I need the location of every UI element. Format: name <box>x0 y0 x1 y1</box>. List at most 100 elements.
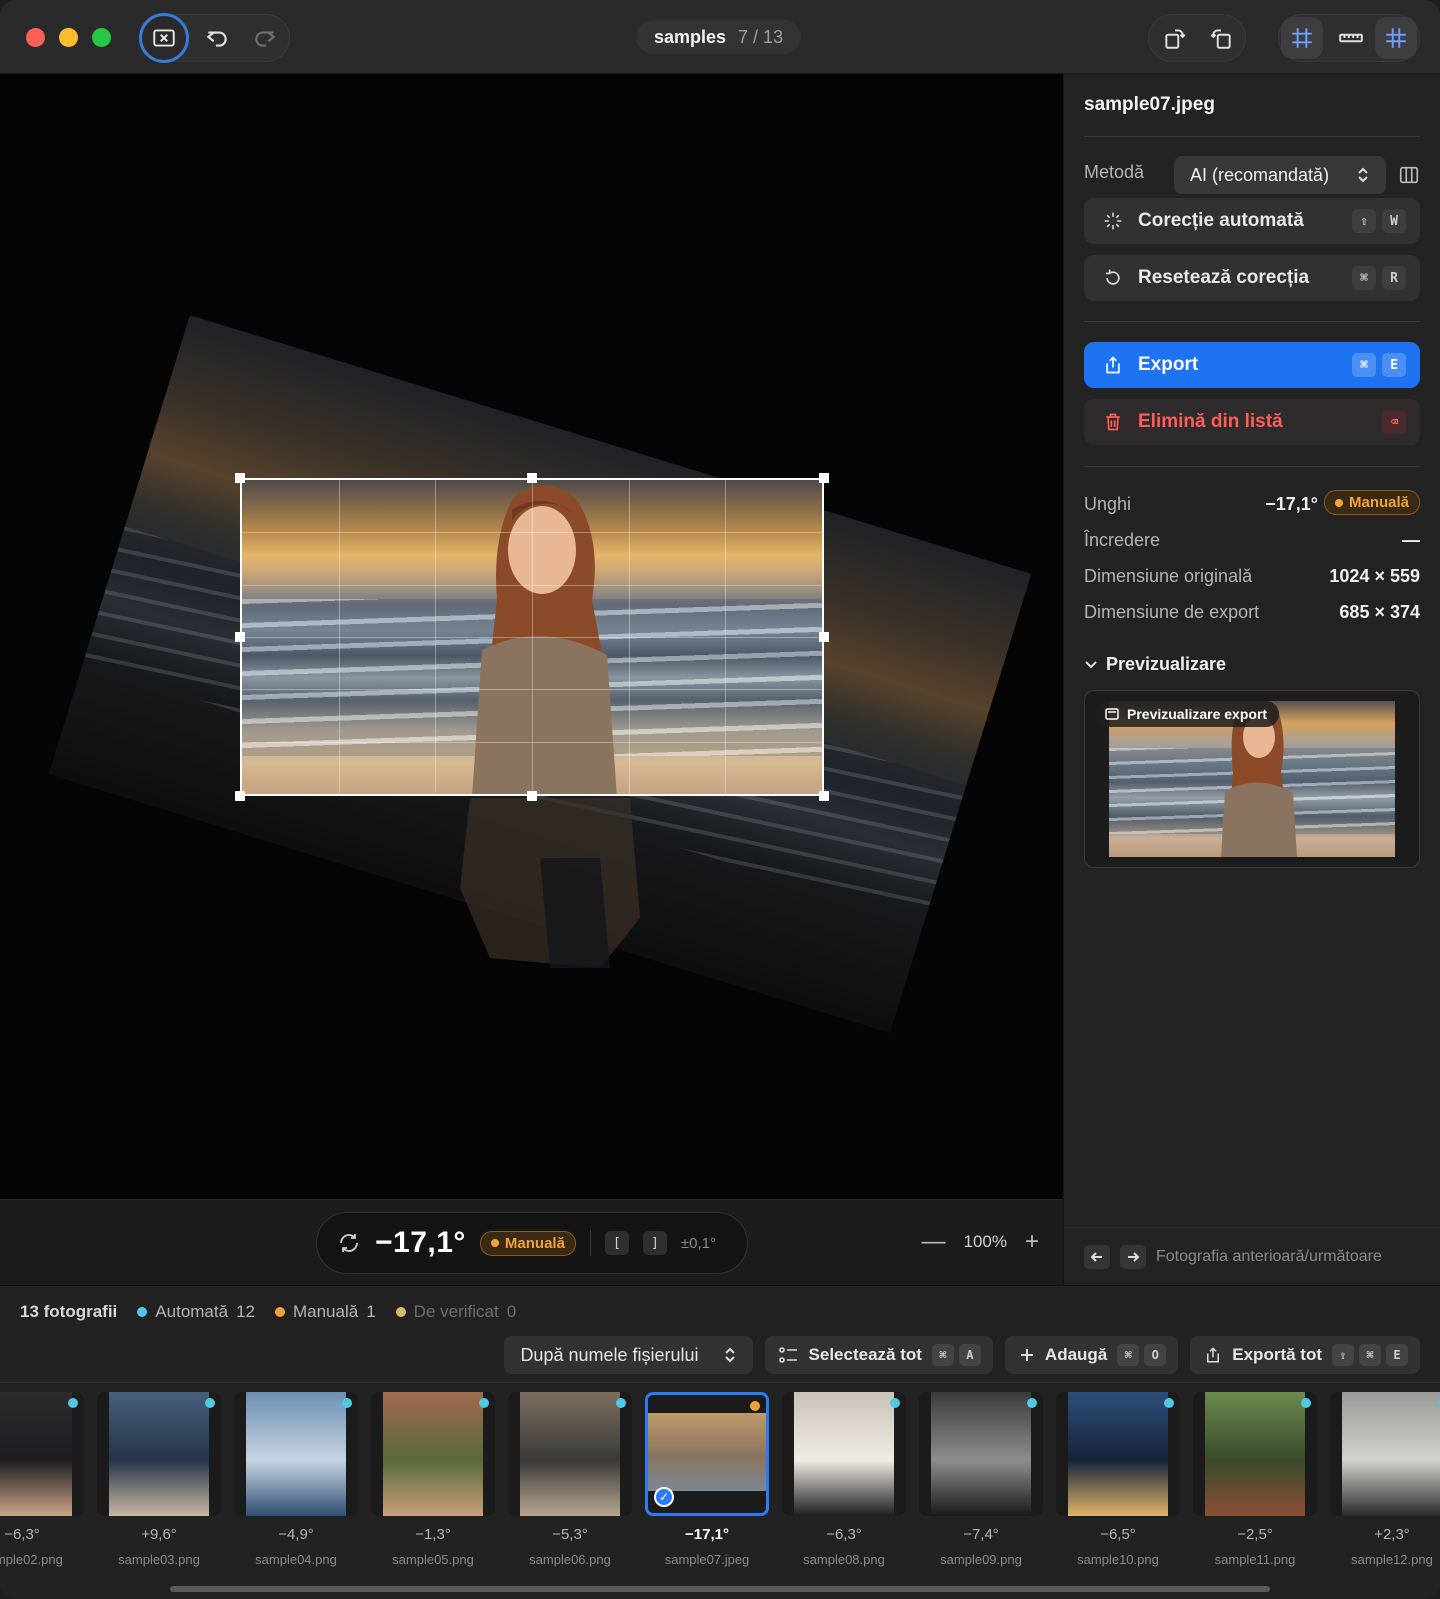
ruler-icon <box>1339 33 1363 43</box>
ruler-toggle[interactable] <box>1327 15 1375 61</box>
status-dot <box>616 1398 626 1408</box>
rotate-toolbar-group <box>1148 14 1246 62</box>
thumbnail-scrollbar[interactable] <box>170 1586 1270 1592</box>
thumbnail-image[interactable] <box>508 1392 632 1516</box>
compare-columns-icon[interactable] <box>1398 164 1420 186</box>
method-select[interactable]: AI (recomandată) <box>1174 156 1386 194</box>
thumbnail-image[interactable] <box>919 1392 1043 1516</box>
auto-correct-button[interactable]: Corecție automată ⇧ W <box>1084 198 1420 244</box>
confidence-value: — <box>1402 530 1420 550</box>
zoom-out-button[interactable]: — <box>922 1228 946 1256</box>
undo-button[interactable] <box>193 15 241 61</box>
undo-icon <box>206 31 227 47</box>
thumbnail-image[interactable] <box>371 1392 495 1516</box>
thumbnail-angle: −7,4° <box>963 1526 999 1543</box>
export-button[interactable]: Export ⌘ E <box>1084 342 1420 388</box>
crop-handle-bottom-left[interactable] <box>235 791 245 801</box>
thumbnail-filename: sample04.png <box>255 1552 337 1567</box>
file-name: sample07.jpeg <box>1084 94 1215 115</box>
select-all-button[interactable]: Selectează tot ⌘ A <box>764 1336 993 1374</box>
thumbnail-angle: +2,3° <box>1374 1526 1410 1543</box>
close-image-button[interactable] <box>139 13 189 63</box>
rotate-reset-icon[interactable] <box>337 1231 361 1255</box>
preview-section-toggle[interactable]: Previzualizare <box>1084 654 1226 675</box>
thumbnail-image[interactable] <box>1193 1392 1317 1516</box>
thumbnail-image[interactable] <box>782 1392 906 1516</box>
image-canvas[interactable] <box>0 74 1063 1199</box>
rotate-left-icon <box>1165 29 1186 49</box>
status-dot <box>342 1398 352 1408</box>
confidence-label: Încredere <box>1084 530 1161 550</box>
checklist-icon <box>778 1347 797 1363</box>
thumbnail-filename: sample08.png <box>803 1552 885 1567</box>
delete-key-icon: ⌫ <box>1382 410 1406 434</box>
status-dot <box>479 1398 489 1408</box>
close-window-button[interactable] <box>26 28 45 47</box>
thumbnail-image[interactable] <box>1330 1392 1440 1516</box>
rotate-right-button[interactable] <box>1197 15 1245 61</box>
thumbnail-image[interactable] <box>97 1392 221 1516</box>
thumbnail-angle: −1,3° <box>415 1526 451 1543</box>
redo-button[interactable] <box>241 15 289 61</box>
thumbnail-image[interactable] <box>234 1392 358 1516</box>
thumbnail-angle: −5,3° <box>552 1526 588 1543</box>
thumbnail-angle: −6,5° <box>1100 1526 1136 1543</box>
crop-handle-right[interactable] <box>819 632 829 642</box>
previous-photo-key[interactable] <box>1084 1244 1110 1269</box>
updown-chevron-icon <box>1358 167 1368 183</box>
crop-handle-top-right[interactable] <box>819 473 829 483</box>
manual-filter[interactable]: Manuală 1 <box>274 1302 376 1322</box>
thumbnail-strip[interactable]: −6,3° sample02.png +9,6° sample03.png −4,9° s… <box>0 1392 1440 1572</box>
folder-name: samples <box>654 26 727 47</box>
sort-select[interactable]: După numele fișierului <box>504 1336 753 1374</box>
angle-label: Unghi <box>1084 494 1132 514</box>
thumbnail-image[interactable] <box>1056 1392 1180 1516</box>
crop-rectangle[interactable] <box>240 478 824 796</box>
grid-toggle[interactable] <box>1375 17 1417 59</box>
status-dot <box>750 1401 760 1411</box>
close-square-icon <box>153 29 175 47</box>
crop-grid-toggle[interactable] <box>1281 17 1323 59</box>
export-all-button[interactable]: Exportă tot ⇧ ⌘ E <box>1190 1336 1420 1374</box>
canvas-controls: −17,1° Manuală [ ] ±0,1° — 100% + <box>0 1199 1063 1285</box>
thumbnail-filename: sample05.png <box>392 1552 474 1567</box>
angle-mode-badge: Manuală <box>1323 490 1420 515</box>
next-photo-key[interactable] <box>1120 1244 1146 1269</box>
status-dot <box>1164 1398 1174 1408</box>
angle-value[interactable]: −17,1° <box>375 1226 466 1260</box>
thumbnail-angle: −6,3° <box>826 1526 862 1543</box>
reset-icon <box>1102 267 1124 289</box>
crop-handle-bottom[interactable] <box>527 791 537 801</box>
angle-control: −17,1° Manuală [ ] ±0,1° <box>316 1212 748 1274</box>
increase-angle-key[interactable]: ] <box>642 1231 667 1255</box>
export-size-value: 685 × 374 <box>1339 602 1420 622</box>
crop-handle-bottom-right[interactable] <box>819 791 829 801</box>
selected-check-icon: ✓ <box>654 1487 674 1507</box>
crop-handle-left[interactable] <box>235 632 245 642</box>
thumbnail-filename: sample02.png <box>0 1552 63 1567</box>
thumbnail-angle: +9,6° <box>141 1526 177 1543</box>
mode-badge: Manuală <box>479 1230 576 1256</box>
decrease-angle-key[interactable]: [ <box>604 1231 629 1255</box>
thumbnail-filename: sample07.jpeg <box>664 1552 750 1567</box>
zoom-in-button[interactable]: + <box>1025 1228 1039 1256</box>
crop-handle-top[interactable] <box>527 473 537 483</box>
reset-correction-button[interactable]: Resetează corecția ⌘ R <box>1084 255 1420 301</box>
photo-position: 7 / 13 <box>738 26 784 47</box>
title-bar: samples 7 / 13 <box>0 0 1440 74</box>
rotate-left-button[interactable] <box>1151 15 1199 61</box>
person-figure <box>472 485 617 794</box>
status-dot <box>1301 1398 1311 1408</box>
thumbnail-image[interactable] <box>0 1392 84 1516</box>
remove-from-list-button[interactable]: Elimină din listă ⌫ <box>1084 399 1420 445</box>
status-summary: 13 fotografii Automată 12 Manuală 1 De ver… <box>20 1302 516 1322</box>
thumbnail-image[interactable]: ✓ <box>645 1392 769 1516</box>
auto-filter[interactable]: Automată 12 <box>137 1302 255 1322</box>
zoom-window-button[interactable] <box>92 28 111 47</box>
minimize-window-button[interactable] <box>59 28 78 47</box>
verify-filter[interactable]: De verificat 0 <box>395 1302 516 1322</box>
add-photos-button[interactable]: Adaugă ⌘ O <box>1004 1336 1179 1374</box>
status-dot <box>890 1398 900 1408</box>
preview-export-tag: Previzualizare export <box>1095 701 1280 727</box>
crop-handle-top-left[interactable] <box>235 473 245 483</box>
